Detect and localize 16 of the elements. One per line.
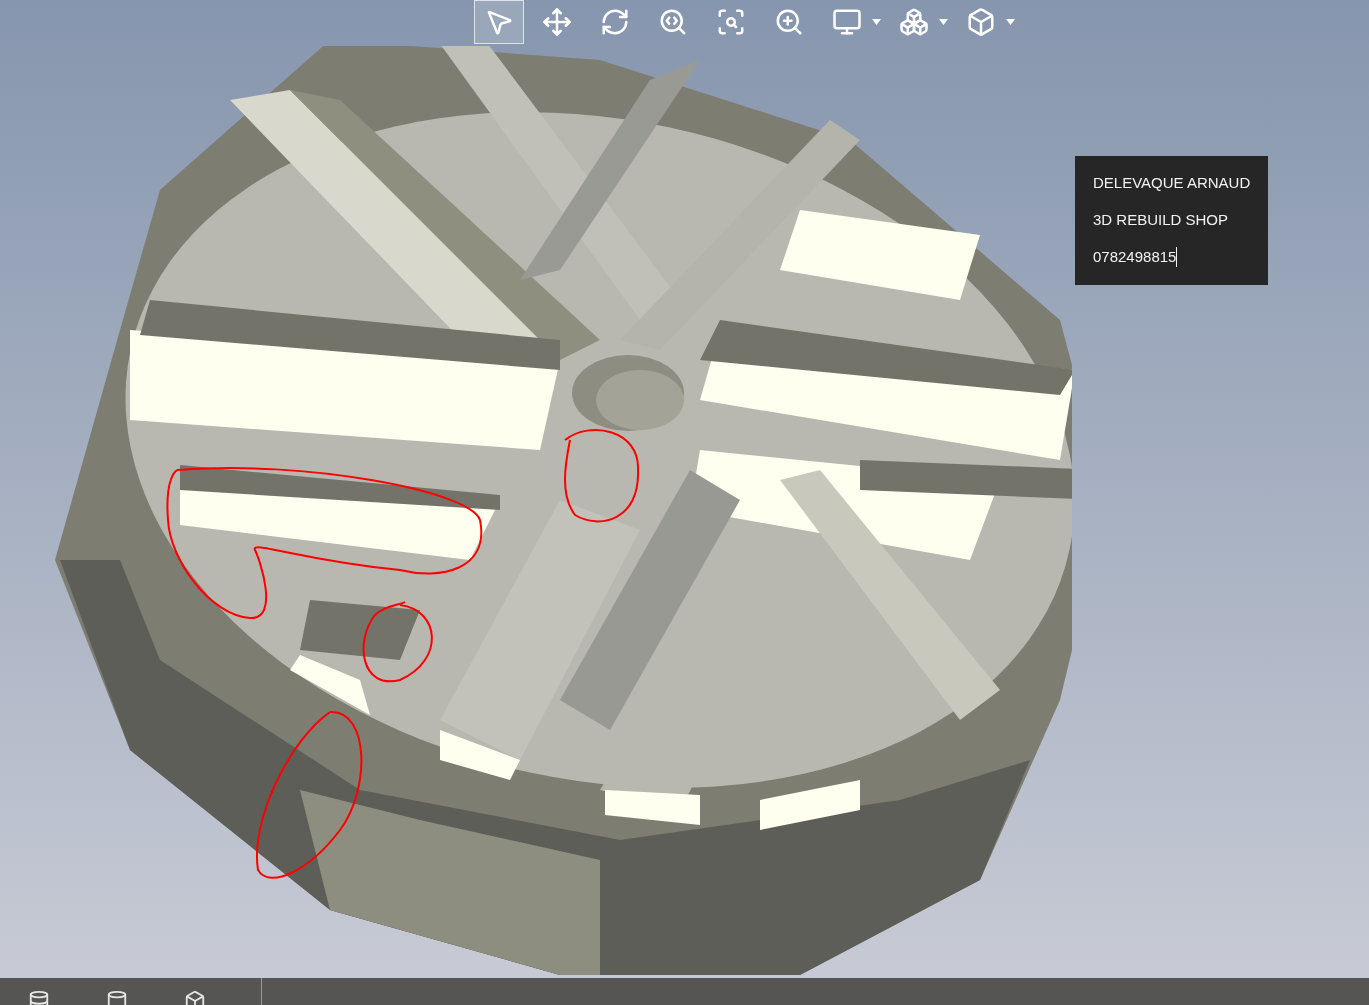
zoom-icon	[658, 7, 688, 37]
caret-icon[interactable]	[1006, 19, 1015, 25]
pan-arrows-icon	[542, 7, 572, 37]
zoom-fit-icon	[774, 7, 804, 37]
cube-view-icon	[899, 7, 929, 37]
toolbar-tool-button[interactable]	[474, 0, 524, 44]
note-text: 3D REBUILD SHOP	[1093, 210, 1229, 230]
caret-icon[interactable]	[872, 19, 881, 25]
cube-icon	[966, 7, 996, 37]
caret-icon[interactable]	[939, 19, 948, 25]
zoom-window-icon	[716, 7, 746, 37]
note-text: DELEVAQUE ARNAUD	[1093, 173, 1251, 193]
rotate-icon	[600, 7, 630, 37]
text-note[interactable]: DELEVAQUE ARNAUD 3D REBUILD SHOP 0782498815	[1075, 156, 1269, 285]
monitor-icon	[832, 7, 862, 37]
note-text: 0782498815	[1093, 247, 1177, 267]
